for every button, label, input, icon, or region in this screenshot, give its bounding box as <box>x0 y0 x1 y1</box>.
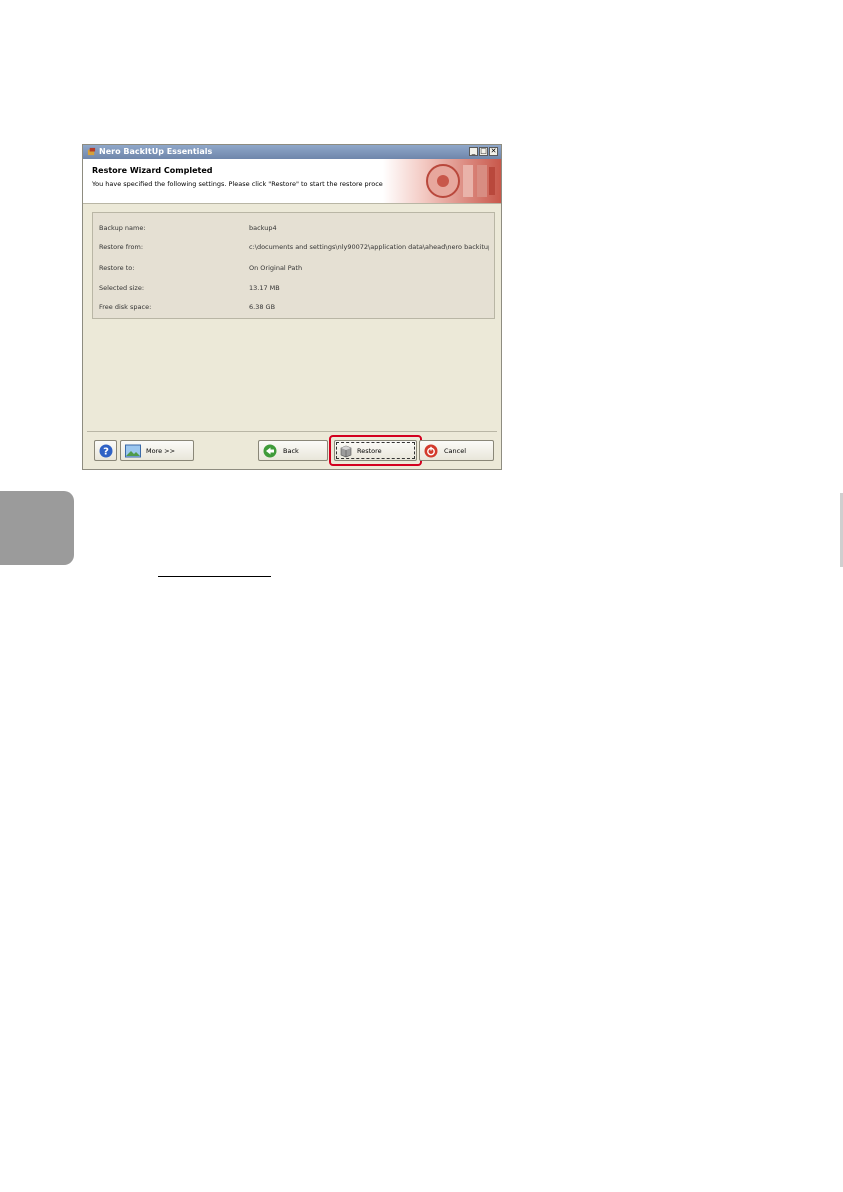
setting-value: On Original Path <box>249 264 303 272</box>
wizard-header: Restore Wizard Completed You have specif… <box>83 159 501 204</box>
footer-divider <box>87 431 497 432</box>
window-title: Nero BackItUp Essentials <box>99 147 213 156</box>
back-button-label: Back <box>283 447 299 455</box>
more-button-label: More >> <box>146 447 176 455</box>
setting-value: 6.38 GB <box>249 303 276 311</box>
nero-backitup-window: Nero BackItUp Essentials _ □ ✕ Restore W… <box>82 144 502 470</box>
setting-value: backup4 <box>249 224 277 232</box>
image-icon <box>125 444 141 458</box>
chapter-tab <box>0 491 74 565</box>
more-button[interactable]: More >> <box>120 440 194 461</box>
back-button[interactable]: Back <box>258 440 328 461</box>
cancel-button[interactable]: Cancel <box>419 440 494 461</box>
cancel-button-label: Cancel <box>444 447 467 455</box>
maximize-button[interactable]: □ <box>479 147 488 156</box>
setting-label: Restore to: <box>99 264 135 272</box>
setting-label: Free disk space: <box>99 303 152 311</box>
svg-text:?: ? <box>103 447 109 458</box>
settings-summary-panel: Backup name: backup4 Restore from: c:\do… <box>92 212 495 319</box>
setting-label: Selected size: <box>99 284 145 292</box>
box-icon <box>340 445 352 458</box>
setting-value: c:\documents and settings\nly90072\appli… <box>249 243 489 251</box>
setting-value: 13.17 MB <box>249 284 280 292</box>
page-title: Restore Wizard Completed <box>92 166 213 175</box>
help-button[interactable]: ? <box>94 440 117 461</box>
restore-button-label: Restore <box>357 447 382 455</box>
close-button[interactable]: ✕ <box>489 147 498 156</box>
underline-rule <box>158 576 271 577</box>
stop-icon <box>424 444 438 458</box>
title-bar[interactable]: Nero BackItUp Essentials _ □ ✕ <box>83 145 501 159</box>
restore-button[interactable]: Restore <box>334 440 417 461</box>
setting-label: Backup name: <box>99 224 146 232</box>
arrow-left-icon <box>263 444 277 458</box>
setting-label: Restore from: <box>99 243 144 251</box>
question-icon: ? <box>99 444 113 458</box>
safe-banner-image <box>383 159 501 203</box>
minimize-button[interactable]: _ <box>469 147 478 156</box>
page-subtitle: You have specified the following setting… <box>92 180 392 188</box>
nero-app-icon <box>87 147 96 156</box>
